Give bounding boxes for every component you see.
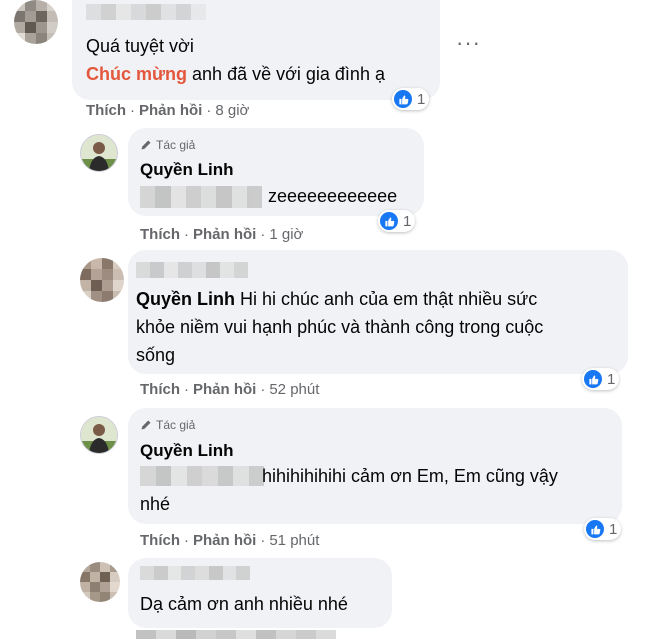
reaction-count-badge[interactable]: 1 (378, 210, 416, 232)
comment-actions: Thích · Phản hồi · 51 phút (140, 532, 320, 549)
author-tag: Tác giả (140, 418, 195, 432)
comment-timestamp[interactable]: 52 phút (269, 381, 319, 398)
blurred-commenter-name (140, 566, 250, 580)
comment-timestamp[interactable]: 8 giờ (215, 102, 249, 119)
blurred-commenter-name (86, 4, 206, 20)
blurred-mention (140, 466, 264, 486)
like-icon (584, 370, 602, 388)
comment-actions: Thích · Phản hồi · 52 phút (140, 381, 320, 398)
comment-actions: Thích · Phản hồi · 1 giờ (140, 226, 304, 243)
reply-button[interactable]: Phản hồi (193, 532, 256, 549)
comment-text-line1: hihihihihihi cảm ơn Em, Em cũng vậy (262, 466, 558, 486)
reaction-count: 1 (417, 90, 426, 108)
reply-button[interactable]: Phản hồi (193, 381, 256, 398)
comment-text-line2: nhé (140, 494, 171, 514)
reaction-count: 1 (609, 520, 618, 538)
comment-timestamp[interactable]: 1 giờ (269, 226, 303, 243)
comment-text-line2: khỏe niềm vui hạnh phúc và thành công tr… (136, 317, 544, 337)
like-icon (586, 520, 604, 538)
author-tag: Tác giả (140, 138, 195, 152)
more-options-icon[interactable]: ··· (456, 30, 481, 56)
commenter-name[interactable]: Quyền Linh (140, 441, 234, 461)
like-button[interactable]: Thích (140, 381, 180, 398)
author-tag-label: Tác giả (156, 418, 196, 432)
like-icon (394, 90, 412, 108)
comment-text: zeeeeeeeeeeee (268, 186, 398, 206)
highlighted-text: Chúc mừng (86, 64, 188, 84)
comment-text-line2: Chúc mừng anh đã về với gia đình ạ (86, 60, 385, 88)
comment-text-line1: Quyền Linh Hi hi chúc anh của em thật nh… (136, 285, 537, 313)
avatar[interactable] (14, 0, 58, 44)
comment-timestamp[interactable]: 51 phút (269, 532, 319, 549)
avatar[interactable] (80, 416, 118, 454)
like-button[interactable]: Thích (140, 226, 180, 243)
pencil-icon (141, 140, 151, 150)
comment-actions: Thích · Phản hồi · 8 giờ (86, 102, 250, 119)
blurred-mention (140, 186, 262, 208)
avatar[interactable] (80, 258, 124, 302)
avatar[interactable] (80, 562, 120, 602)
reaction-count-badge[interactable]: 1 (392, 88, 430, 110)
reaction-count-badge[interactable]: 1 (584, 518, 622, 540)
person-icon (81, 417, 117, 453)
reaction-count-badge[interactable]: 1 (582, 368, 620, 390)
comment-text-line3: sống (136, 345, 176, 365)
person-icon (81, 135, 117, 171)
reaction-count: 1 (403, 212, 412, 230)
comment-text-rest: Hi hi chúc anh của em thật nhiều sức (235, 289, 538, 309)
reaction-count: 1 (607, 370, 616, 388)
like-button[interactable]: Thích (140, 532, 180, 549)
blurred-comment-actions (136, 630, 336, 639)
pencil-icon (141, 420, 151, 430)
mention-name[interactable]: Quyền Linh (136, 289, 235, 309)
like-button[interactable]: Thích (86, 102, 126, 119)
avatar[interactable] (80, 134, 118, 172)
like-icon (380, 212, 398, 230)
author-tag-label: Tác giả (156, 138, 196, 152)
comment-text: Dạ cảm ơn anh nhiều nhé (140, 594, 348, 614)
comment-text-rest: anh đã về với gia đình ạ (187, 64, 385, 84)
commenter-name[interactable]: Quyền Linh (140, 160, 234, 180)
comment-text: Quá tuyệt vời (86, 36, 194, 56)
reply-button[interactable]: Phản hồi (139, 102, 202, 119)
blurred-commenter-name (136, 262, 248, 278)
reply-button[interactable]: Phản hồi (193, 226, 256, 243)
